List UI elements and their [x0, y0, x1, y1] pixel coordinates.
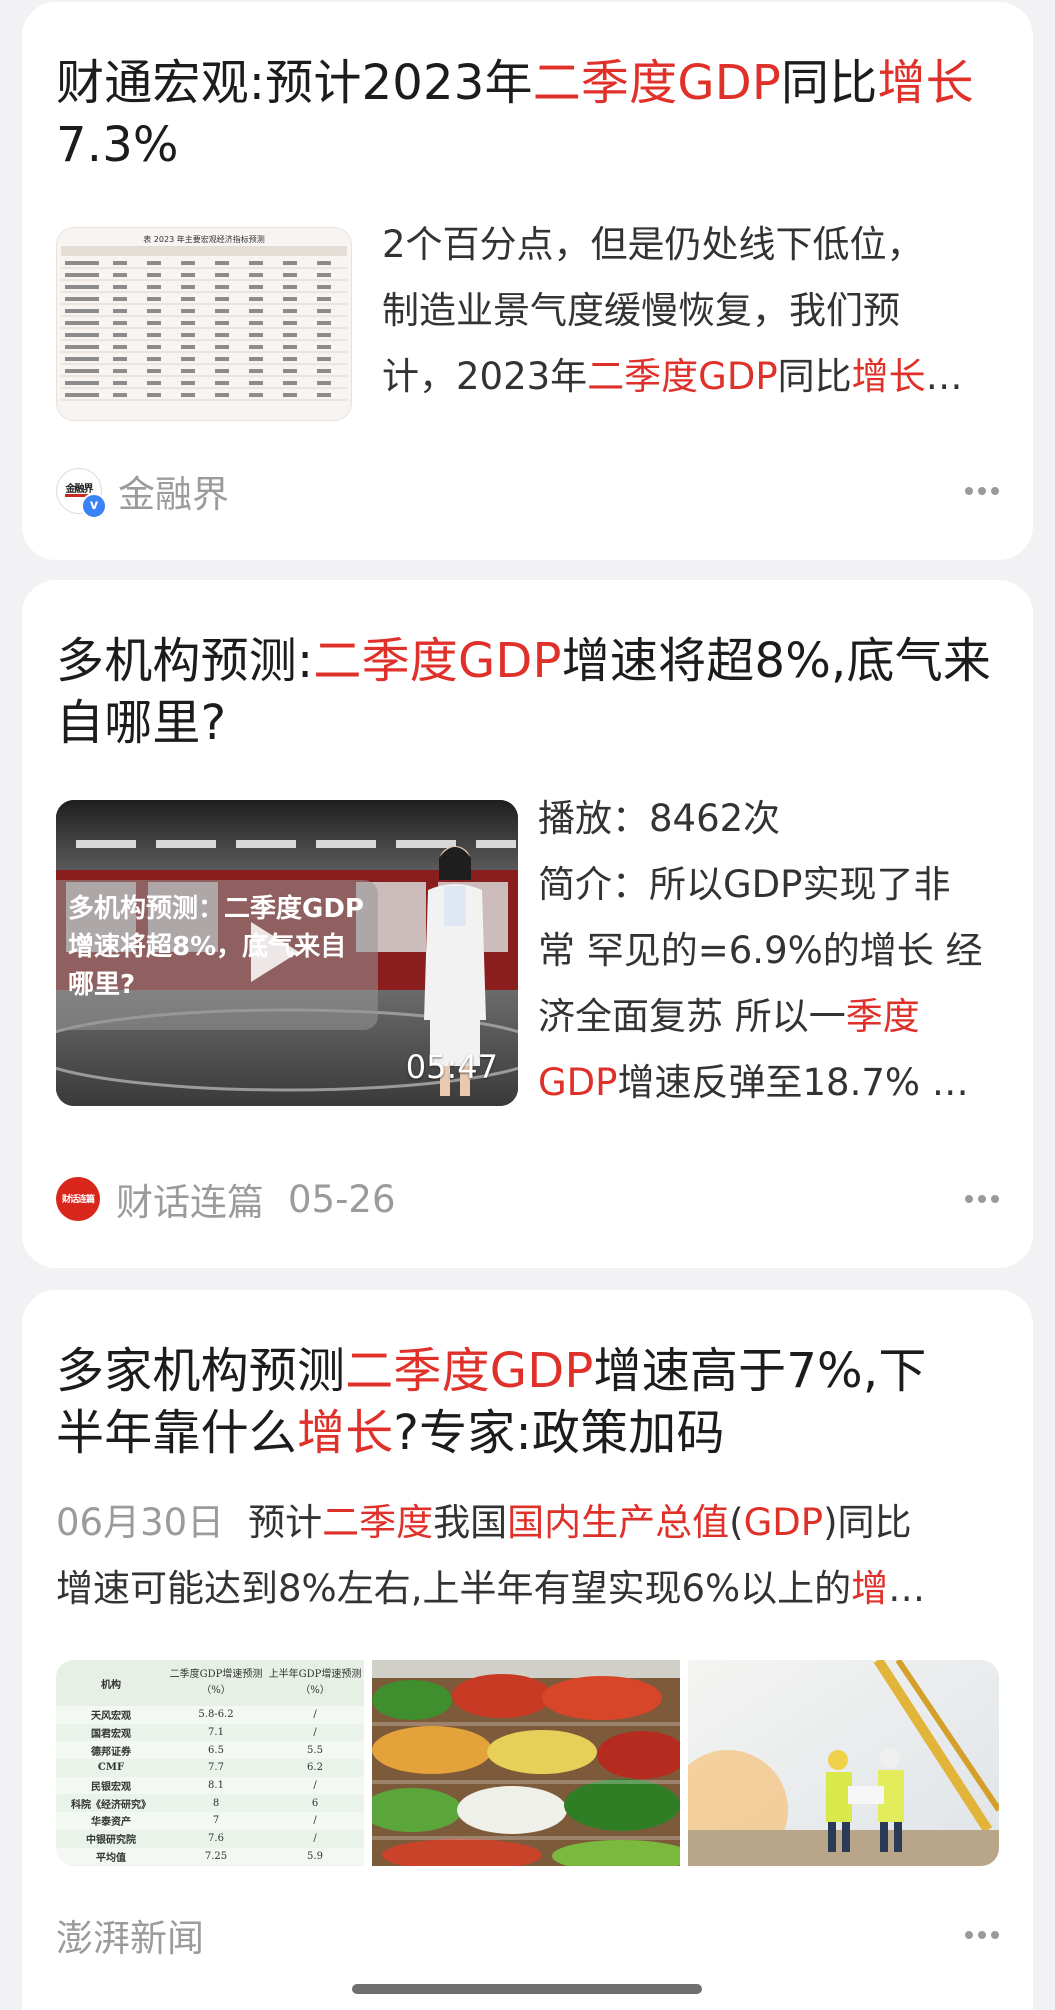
article-snippet[interactable]: 2个百分点，但是仍处线下低位， 制造业景气度缓慢恢复，我们预 计，2023年二季… — [382, 212, 999, 410]
article-snippet[interactable]: 06月30日 预计二季度我国国内生产总值(GDP)同比 增速可能达到8%左右,上半… — [56, 1490, 999, 1622]
table-row: CMF 7.7 6.2 — [56, 1759, 364, 1777]
table-cell-org: CMF — [97, 1762, 125, 1774]
source-name[interactable]: 澎湃新闻 — [56, 1908, 204, 1962]
verified-icon: v — [81, 493, 107, 519]
table-cell-q2: 6.5 — [208, 1744, 224, 1756]
table-cell-q2: 5.8-6.2 — [198, 1709, 234, 1721]
source-name[interactable]: 财话连篇 — [116, 1172, 264, 1226]
table-row: 民银宏观 8.1 / — [56, 1776, 364, 1795]
news-card-3[interactable]: 多家机构预测二季度GDP增速高于7%,下 半年靠什么增长?专家:政策加码 06月… — [22, 1290, 1033, 2010]
table-cell-org: 国君宏观 — [91, 1729, 131, 1741]
table-cell-q2: 7.1 — [208, 1727, 224, 1739]
table-cell-org: 华泰资产 — [91, 1817, 131, 1829]
table-row: 国君宏观 7.1 / — [56, 1723, 364, 1742]
table-cell-q2: 8.1 — [208, 1780, 224, 1792]
source-row: 金融界 v 金融界 — [56, 464, 999, 519]
table-cell-h1: / — [313, 1727, 317, 1739]
table-row: 中银研究院 7.6 / — [56, 1829, 364, 1848]
video-duration: 05:47 — [405, 1048, 498, 1086]
table-cell-h1: 6.2 — [307, 1762, 323, 1774]
table-cell-org: 德邦证券 — [91, 1746, 131, 1758]
table-cell-h1: / — [313, 1833, 317, 1845]
source-row: 澎湃新闻 — [56, 1910, 999, 1960]
source-avatar[interactable]: 金融界 v — [56, 468, 107, 519]
table-cell-q2: 7 — [212, 1815, 220, 1827]
produce-market-image[interactable] — [372, 1660, 680, 1866]
table-cell-h1: 5.5 — [307, 1744, 323, 1756]
play-count: 播放：8462次 — [538, 797, 781, 840]
table-header-q2: 二季度GDP增速预测（%） — [169, 1669, 263, 1696]
video-info[interactable]: 播放：8462次 简介：所以GDP实现了非 常 罕见的=6.9%的增长 经 济全… — [538, 786, 999, 1116]
table-header-h1: 上半年GDP增速预测（%） — [268, 1669, 362, 1696]
news-card-2[interactable]: 多机构预测:二季度GDP增速将超8%,底气来自哪里? 多机构预测：二季度GDP增… — [22, 580, 1033, 1268]
table-cell-org: 天风宏观 — [91, 1711, 131, 1723]
home-indicator[interactable] — [352, 1984, 702, 1994]
table-cell-q2: 8 — [212, 1797, 220, 1809]
publish-date: 05-26 — [288, 1177, 396, 1221]
table-cell-q2: 7.25 — [204, 1850, 228, 1862]
more-horizontal-icon[interactable] — [965, 1185, 999, 1213]
construction-workers-image[interactable] — [688, 1660, 999, 1866]
table-cell-org: 中银研究院 — [86, 1835, 136, 1847]
table-body: 天风宏观 5.8-6.2 / 国君宏观 7.1 / 德邦证券 6.5 5.5 CMF 7.7 6.2 民… — [56, 1706, 364, 1866]
table-cell-h1: / — [313, 1815, 317, 1827]
source-row: 财话连篇 财话连篇 05-26 — [56, 1174, 999, 1224]
table-row: 德邦证券 6.5 5.5 — [56, 1741, 364, 1760]
table-cell-h1: / — [313, 1709, 317, 1721]
table-row: 科院《经济研究》 8 6 — [56, 1794, 364, 1813]
video-title-overlay: 多机构预测：二季度GDP增速将超8%，底气来自哪里? — [56, 880, 378, 1030]
table-cell-q2: 7.6 — [208, 1833, 224, 1845]
table-cell-org: 科院《经济研究》 — [71, 1799, 151, 1811]
thumb-caption: 表 2023 年主要宏观经济指标预测 — [143, 234, 264, 244]
news-card-1[interactable]: 财通宏观:预计2023年二季度GDP同比增长7.3% 表 2023 年主要宏观经… — [22, 2, 1033, 560]
article-thumbnail[interactable]: 表 2023 年主要宏观经济指标预测 — [56, 227, 352, 421]
card-title[interactable]: 多机构预测:二季度GDP增速将超8%,底气来自哪里? — [56, 630, 999, 754]
table-row: 平均值 7.25 5.9 — [56, 1847, 364, 1866]
gdp-forecast-table-image[interactable]: 机构 二季度GDP增速预测（%） 上半年GDP增速预测（%） 天风宏观 5.8-6… — [56, 1660, 364, 1866]
table-row: 华泰资产 7 / — [56, 1812, 364, 1830]
data-table-image: 表 2023 年主要宏观经济指标预测 — [57, 228, 351, 420]
more-horizontal-icon[interactable] — [965, 1921, 999, 1949]
table-cell-h1: 5.9 — [307, 1850, 323, 1862]
play-icon[interactable] — [251, 922, 299, 982]
table-header-org: 机构 — [101, 1679, 121, 1691]
table-cell-h1: 6 — [311, 1797, 319, 1809]
table-cell-org: 平均值 — [96, 1852, 126, 1864]
video-thumbnail[interactable]: 多机构预测：二季度GDP增速将超8%，底气来自哪里? 05:47 — [56, 800, 518, 1106]
source-name[interactable]: 金融界 — [118, 464, 229, 518]
table-cell-h1: / — [313, 1780, 317, 1792]
table-row: 天风宏观 5.8-6.2 / — [56, 1706, 364, 1724]
card-title[interactable]: 财通宏观:预计2023年二季度GDP同比增长7.3% — [56, 52, 999, 176]
table-cell-q2: 7.7 — [208, 1762, 224, 1774]
table-cell-org: 民银宏观 — [91, 1782, 131, 1794]
more-horizontal-icon[interactable] — [965, 477, 999, 505]
card-title[interactable]: 多家机构预测二季度GDP增速高于7%,下 半年靠什么增长?专家:政策加码 — [56, 1340, 999, 1464]
source-avatar[interactable]: 财话连篇 — [56, 1177, 100, 1221]
publish-date: 06月30日 — [56, 1501, 225, 1544]
